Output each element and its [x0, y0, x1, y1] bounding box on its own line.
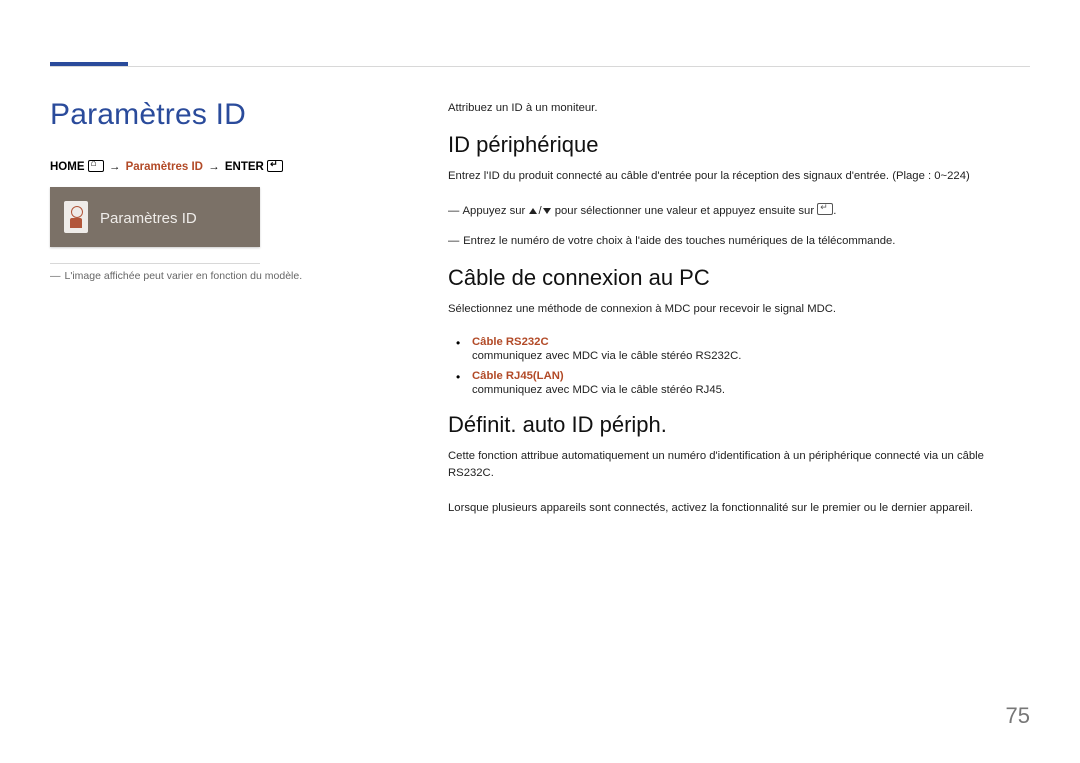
id-badge-icon	[64, 201, 88, 233]
auto-id-body-2: Lorsque plusieurs appareils sont connect…	[448, 500, 1030, 517]
intro-text: Attribuez un ID à un moniteur.	[448, 102, 1030, 114]
page-number: 75	[1006, 703, 1030, 729]
note1-pre: Appuyez sur	[463, 205, 526, 217]
preview-label: Paramètres ID	[100, 210, 197, 227]
breadcrumb-arrow-1: →	[109, 161, 121, 173]
left-footnote-text: L'image affichée peut varier en fonction…	[65, 270, 303, 282]
cable-options-list: Câble RS232C communiquez avec MDC via le…	[448, 336, 1030, 396]
breadcrumb: HOME → Paramètres ID → ENTER	[50, 160, 378, 173]
left-column: Paramètres ID HOME → Paramètres ID → ENT…	[50, 98, 378, 282]
pc-cable-body: Sélectionnez une méthode de connexion à …	[448, 301, 1030, 318]
auto-id-body-1: Cette fonction attribue automatiquement …	[448, 448, 1030, 482]
option-label-rs232c: Câble RS232C	[472, 336, 549, 348]
device-id-note-2: ― Entrez le numéro de votre choix à l'ai…	[448, 235, 1030, 247]
option-label-rj45: Câble RJ45(LAN)	[472, 370, 564, 382]
option-desc-rs232c: communiquez avec MDC via le câble stéréo…	[472, 350, 1030, 362]
breadcrumb-enter: ENTER	[225, 161, 264, 173]
section-heading-auto-id: Définit. auto ID périph.	[448, 412, 1030, 438]
section-heading-pc-cable: Câble de connexion au PC	[448, 265, 1030, 291]
enter-icon-inline	[817, 203, 833, 215]
note2-text: Entrez le numéro de votre choix à l'aide…	[463, 235, 895, 247]
page-title: Paramètres ID	[50, 98, 378, 132]
list-item: Câble RJ45(LAN) communiquez avec MDC via…	[472, 370, 1030, 396]
list-item: Câble RS232C communiquez avec MDC via le…	[472, 336, 1030, 362]
breadcrumb-current: Paramètres ID	[126, 161, 203, 173]
note1-post: pour sélectionner une valeur et appuyez …	[555, 205, 814, 217]
option-desc-rj45: communiquez avec MDC via le câble stéréo…	[472, 384, 1030, 396]
section-heading-device-id: ID périphérique	[448, 132, 1030, 158]
breadcrumb-arrow-2: →	[208, 161, 220, 173]
breadcrumb-home: HOME	[50, 161, 85, 173]
down-arrow-icon	[543, 208, 551, 214]
home-icon	[88, 160, 104, 172]
device-id-note-1: ― Appuyez sur / pour sélectionner une va…	[448, 203, 1030, 217]
horizontal-rule	[50, 66, 1030, 67]
left-footnote: ―L'image affichée peut varier en fonctio…	[50, 270, 378, 282]
right-column: Attribuez un ID à un moniteur. ID périph…	[448, 102, 1030, 535]
page-header-rule	[50, 62, 1030, 66]
preview-thumbnail: Paramètres ID	[50, 187, 260, 247]
note1-end: .	[833, 205, 836, 217]
enter-icon	[267, 160, 283, 172]
left-divider	[50, 263, 260, 264]
up-arrow-icon	[529, 208, 537, 214]
device-id-body: Entrez l'ID du produit connecté au câble…	[448, 168, 1030, 185]
